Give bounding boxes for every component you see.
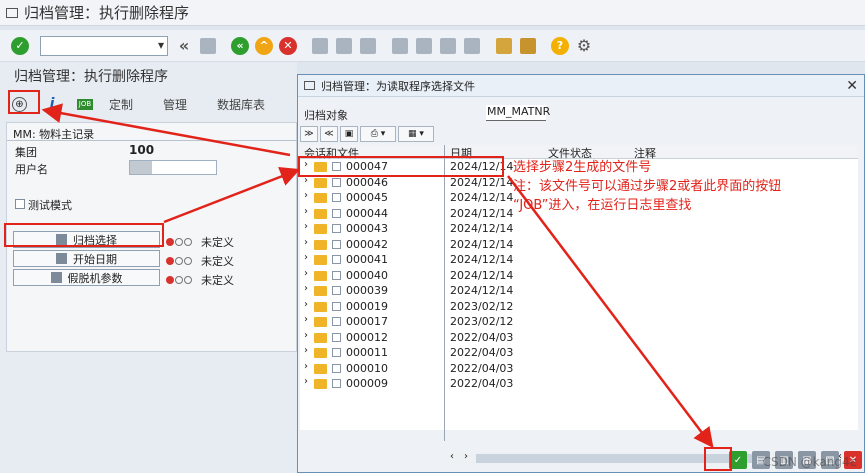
arrow-to-session — [163, 167, 301, 224]
arrow-to-execute — [41, 103, 291, 157]
watermark: CSDN @kang4e — [762, 455, 857, 469]
arrow-to-confirm — [507, 175, 714, 448]
annotation-arrows — [41, 103, 714, 448]
